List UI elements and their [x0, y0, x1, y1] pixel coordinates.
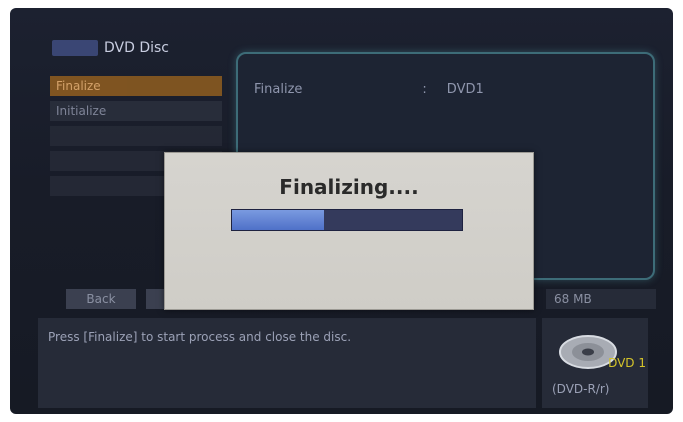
capacity-readout: 68 MB — [546, 289, 656, 309]
progress-fill — [232, 210, 324, 230]
info-field: Finalize — [254, 82, 303, 97]
disc-type: (DVD-R/r) — [552, 382, 610, 396]
disc-name: DVD 1 — [608, 356, 646, 370]
progress-bar — [231, 209, 463, 231]
info-separator: : — [422, 82, 427, 97]
page-title: DVD Disc — [104, 40, 170, 56]
back-button[interactable]: Back — [66, 289, 136, 309]
header: DVD Disc — [52, 40, 169, 56]
info-value: DVD1 — [446, 82, 484, 97]
message-box: Press [Finalize] to start process and cl… — [38, 318, 536, 408]
menu-item-3[interactable] — [50, 126, 222, 146]
info-row: Finalize : DVD1 — [254, 82, 484, 97]
header-tag — [52, 40, 98, 56]
message-text: Press [Finalize] to start process and cl… — [48, 330, 352, 344]
menu-item-initialize[interactable]: Initialize — [50, 101, 222, 121]
progress-dialog: Finalizing.... — [164, 152, 534, 310]
tv-screen: DVD Disc Finalize Initialize Finalize : … — [10, 8, 673, 414]
secondary-button[interactable] — [146, 289, 166, 309]
menu-item-finalize[interactable]: Finalize — [50, 76, 222, 96]
disc-info-box: DVD 1 (DVD-R/r) — [542, 318, 648, 408]
dialog-title: Finalizing.... — [279, 175, 419, 199]
